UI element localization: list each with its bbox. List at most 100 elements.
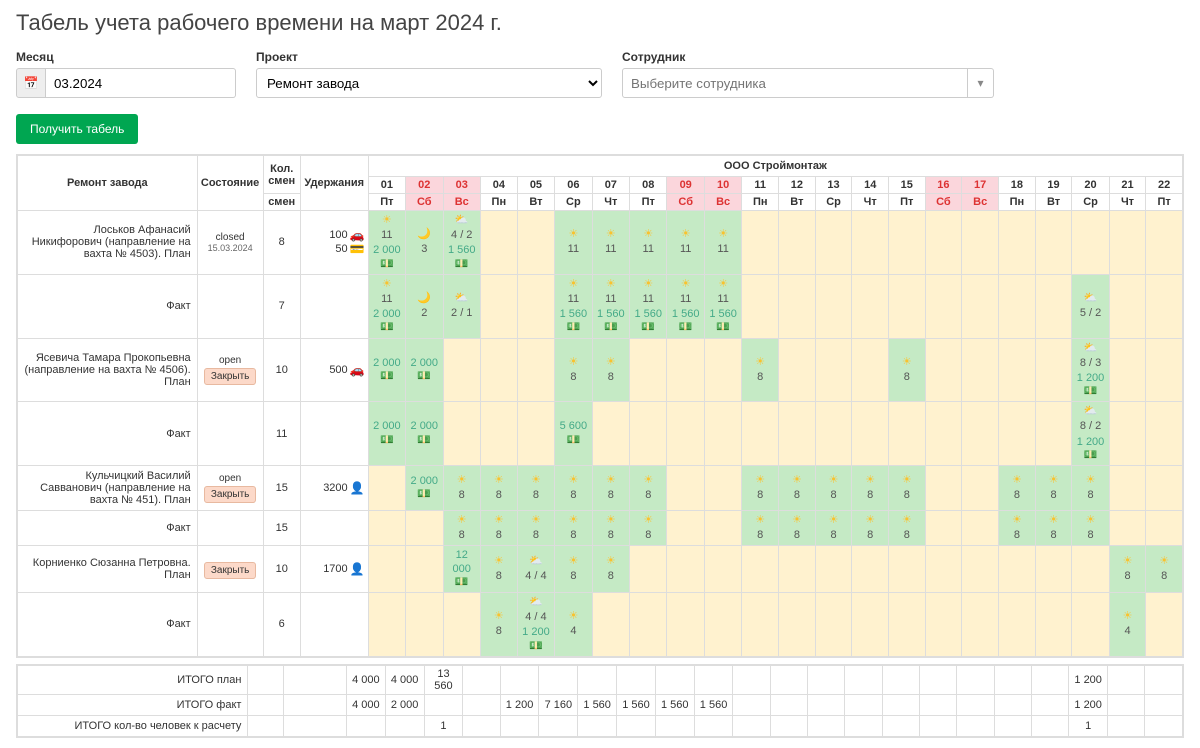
day-cell[interactable]: ☀8 xyxy=(555,546,592,593)
day-cell[interactable]: ☀8 xyxy=(480,546,517,593)
day-cell[interactable]: ☀8 xyxy=(742,466,779,511)
day-cell[interactable] xyxy=(852,338,889,402)
day-cell[interactable]: ☀11 xyxy=(630,211,667,275)
day-cell[interactable] xyxy=(630,338,667,402)
day-cell[interactable] xyxy=(667,546,704,593)
day-cell[interactable] xyxy=(704,402,741,466)
calendar-icon[interactable]: 📅 xyxy=(16,68,46,98)
day-cell[interactable] xyxy=(1035,338,1072,402)
day-cell[interactable] xyxy=(999,211,1036,275)
day-cell[interactable] xyxy=(1035,402,1072,466)
day-cell[interactable]: ☀8 xyxy=(1035,511,1072,546)
day-cell[interactable]: ☀111 560💵 xyxy=(704,274,741,338)
day-cell[interactable]: ☀8 xyxy=(815,511,852,546)
day-cell[interactable]: ☀8 xyxy=(779,511,816,546)
day-cell[interactable] xyxy=(962,274,999,338)
day-cell[interactable] xyxy=(852,211,889,275)
day-cell[interactable] xyxy=(779,338,816,402)
day-cell[interactable] xyxy=(888,211,925,275)
day-cell[interactable]: ☀8 xyxy=(480,466,517,511)
day-cell[interactable] xyxy=(888,592,925,656)
day-cell[interactable]: ☀8 xyxy=(480,592,517,656)
day-cell[interactable]: 🌙2 xyxy=(406,274,443,338)
day-cell[interactable]: ☀8 xyxy=(592,511,629,546)
day-cell[interactable] xyxy=(443,592,480,656)
day-cell[interactable] xyxy=(517,211,554,275)
day-cell[interactable] xyxy=(592,592,629,656)
day-cell[interactable] xyxy=(480,338,517,402)
day-cell[interactable] xyxy=(779,402,816,466)
day-cell[interactable]: ⛅4 / 21 560💵 xyxy=(443,211,480,275)
day-cell[interactable] xyxy=(667,511,704,546)
day-cell[interactable]: ☀8 xyxy=(852,511,889,546)
close-button[interactable]: Закрыть xyxy=(204,368,257,385)
day-cell[interactable] xyxy=(999,592,1036,656)
day-cell[interactable]: ☀8 xyxy=(815,466,852,511)
day-cell[interactable]: 12 000💵 xyxy=(443,546,480,593)
day-cell[interactable] xyxy=(630,546,667,593)
day-cell[interactable] xyxy=(999,402,1036,466)
day-cell[interactable] xyxy=(779,546,816,593)
day-cell[interactable] xyxy=(815,274,852,338)
day-cell[interactable] xyxy=(1146,511,1183,546)
day-cell[interactable] xyxy=(443,402,480,466)
day-cell[interactable] xyxy=(480,211,517,275)
day-cell[interactable]: ☀8 xyxy=(888,511,925,546)
day-cell[interactable]: ☀8 xyxy=(742,338,779,402)
day-cell[interactable] xyxy=(1146,402,1183,466)
day-cell[interactable]: 2 000💵 xyxy=(406,466,443,511)
day-cell[interactable]: ☀8 xyxy=(1146,546,1183,593)
day-cell[interactable]: ⛅8 / 31 200💵 xyxy=(1072,338,1109,402)
day-cell[interactable] xyxy=(962,546,999,593)
day-cell[interactable] xyxy=(1146,466,1183,511)
day-cell[interactable] xyxy=(888,402,925,466)
day-cell[interactable] xyxy=(630,592,667,656)
day-cell[interactable] xyxy=(517,402,554,466)
day-cell[interactable]: ☀8 xyxy=(592,546,629,593)
day-cell[interactable] xyxy=(1146,211,1183,275)
day-cell[interactable] xyxy=(368,511,405,546)
day-cell[interactable] xyxy=(517,338,554,402)
day-cell[interactable]: ☀8 xyxy=(630,511,667,546)
day-cell[interactable] xyxy=(779,592,816,656)
day-cell[interactable]: ☀8 xyxy=(480,511,517,546)
day-cell[interactable] xyxy=(999,546,1036,593)
day-cell[interactable]: 2 000💵 xyxy=(368,338,405,402)
day-cell[interactable] xyxy=(925,402,962,466)
day-cell[interactable] xyxy=(962,511,999,546)
day-cell[interactable] xyxy=(1109,402,1146,466)
day-cell[interactable] xyxy=(368,466,405,511)
day-cell[interactable]: ☀8 xyxy=(1109,546,1146,593)
day-cell[interactable] xyxy=(962,466,999,511)
day-cell[interactable]: 2 000💵 xyxy=(406,338,443,402)
month-input[interactable] xyxy=(46,68,236,98)
day-cell[interactable] xyxy=(443,338,480,402)
day-cell[interactable] xyxy=(480,274,517,338)
day-cell[interactable] xyxy=(962,211,999,275)
chevron-down-icon[interactable]: ▾ xyxy=(968,68,994,98)
day-cell[interactable] xyxy=(852,546,889,593)
day-cell[interactable]: ☀8 xyxy=(555,511,592,546)
day-cell[interactable]: ☀112 000💵 xyxy=(368,211,405,275)
day-cell[interactable]: ☀4 xyxy=(1109,592,1146,656)
day-cell[interactable] xyxy=(1109,274,1146,338)
day-cell[interactable]: 5 600💵 xyxy=(555,402,592,466)
day-cell[interactable] xyxy=(815,211,852,275)
day-cell[interactable] xyxy=(1035,211,1072,275)
day-cell[interactable] xyxy=(667,338,704,402)
day-cell[interactable]: 🌙3 xyxy=(406,211,443,275)
day-cell[interactable] xyxy=(962,592,999,656)
day-cell[interactable] xyxy=(815,546,852,593)
day-cell[interactable]: ☀8 xyxy=(443,466,480,511)
day-cell[interactable] xyxy=(815,402,852,466)
day-cell[interactable]: ☀8 xyxy=(1072,466,1109,511)
day-cell[interactable]: ☀8 xyxy=(888,338,925,402)
day-cell[interactable] xyxy=(925,211,962,275)
day-cell[interactable] xyxy=(704,466,741,511)
day-cell[interactable] xyxy=(368,546,405,593)
day-cell[interactable]: 2 000💵 xyxy=(368,402,405,466)
day-cell[interactable]: ☀11 xyxy=(592,211,629,275)
day-cell[interactable] xyxy=(1035,274,1072,338)
day-cell[interactable] xyxy=(406,592,443,656)
day-cell[interactable] xyxy=(925,592,962,656)
